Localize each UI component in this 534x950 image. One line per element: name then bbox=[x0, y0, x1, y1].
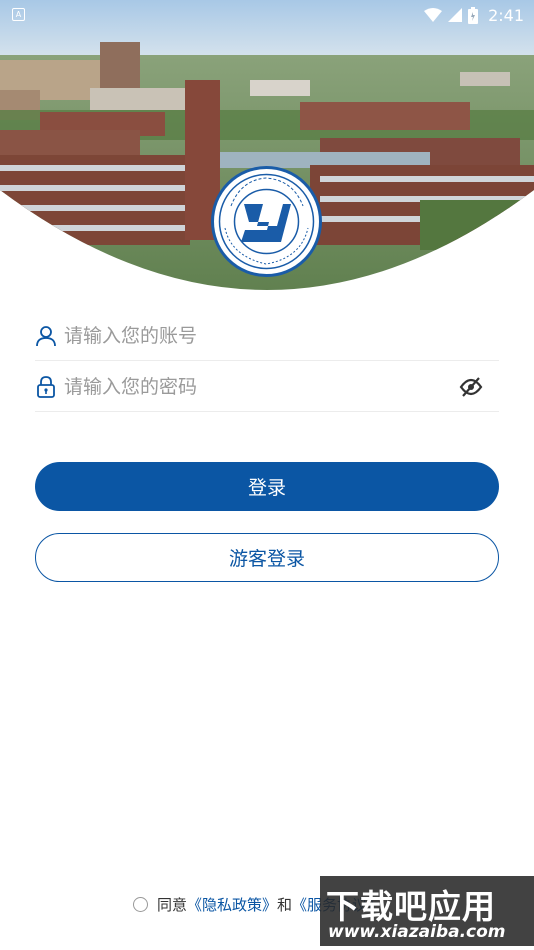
account-field bbox=[35, 311, 499, 361]
cell-signal-icon bbox=[448, 8, 463, 22]
eye-off-icon[interactable] bbox=[459, 375, 483, 399]
status-bar: A 2:41 bbox=[0, 0, 534, 30]
clock: 2:41 bbox=[488, 5, 524, 25]
wifi-icon bbox=[424, 8, 443, 22]
user-icon bbox=[36, 325, 56, 346]
watermark-url: www.xiazaiba.com bbox=[328, 922, 506, 942]
login-screen: A 2:41 请输入您的账号 登录 游客登录 同意 《隐私政策》 和 下载吧应用… bbox=[0, 0, 534, 950]
account-input[interactable] bbox=[64, 324, 499, 347]
login-button[interactable]: 登录 bbox=[35, 462, 499, 511]
guest-login-button[interactable]: 游客登录 bbox=[35, 533, 499, 582]
lock-icon bbox=[37, 375, 55, 398]
agreement-conjunction: 和 bbox=[277, 895, 293, 914]
watermark: 下载吧应用 www.xiazaiba.com bbox=[320, 876, 534, 946]
password-field bbox=[35, 362, 499, 412]
college-seal-logo bbox=[211, 166, 322, 277]
status-icons: 2:41 bbox=[424, 4, 524, 26]
privacy-policy-link[interactable]: 《隐私政策》 bbox=[187, 894, 277, 915]
agreement-prefix: 同意 bbox=[157, 895, 188, 914]
agreement-radio[interactable] bbox=[133, 896, 148, 912]
password-input[interactable] bbox=[64, 375, 499, 398]
a-notification-icon: A bbox=[12, 8, 25, 21]
battery-icon bbox=[468, 6, 479, 24]
watermark-title: 下载吧应用 bbox=[326, 887, 496, 926]
